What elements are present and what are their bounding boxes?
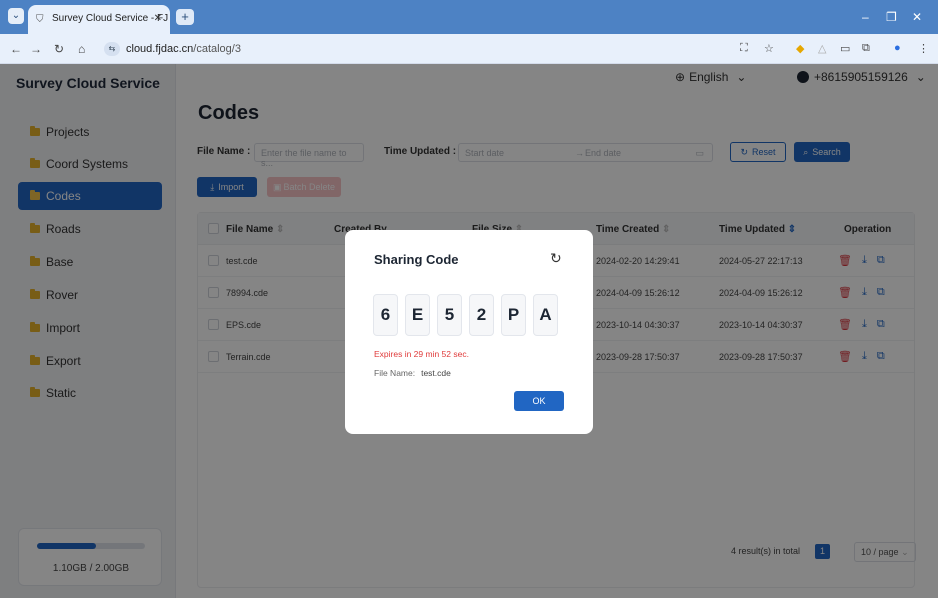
extension-icon[interactable]: ◆ xyxy=(796,42,804,55)
expiry-countdown: Expires in 29 min 52 sec. xyxy=(374,349,469,359)
minimize-icon[interactable]: – xyxy=(862,10,869,24)
bookmark-star-icon[interactable]: ☆ xyxy=(764,42,774,55)
url-domain: cloud.fjdac.cn xyxy=(126,43,194,55)
restore-icon[interactable]: ❐ xyxy=(886,10,897,24)
reading-list-icon[interactable]: ▭ xyxy=(840,42,850,55)
reload-icon[interactable]: ↻ xyxy=(54,42,64,56)
shield-icon: ⛉ xyxy=(36,14,44,25)
tab-list-button[interactable]: ⌄ xyxy=(8,8,24,24)
dialog-file-info: File Name: test.cde xyxy=(374,368,451,378)
translate-icon[interactable]: ⛶ xyxy=(740,42,748,55)
browser-tab[interactable]: ⛉ Survey Cloud Service - FJ Cl ✕ xyxy=(28,5,170,34)
close-window-icon[interactable]: ✕ xyxy=(912,10,922,24)
code-char: E xyxy=(405,294,430,336)
new-tab-button[interactable]: + xyxy=(176,9,194,25)
extensions-puzzle-icon[interactable]: ⧉ xyxy=(862,42,870,55)
dialog-title: Sharing Code xyxy=(374,252,459,267)
close-tab-icon[interactable]: ✕ xyxy=(154,13,162,24)
code-char: P xyxy=(501,294,526,336)
address-bar[interactable]: ⇆ cloud.fjdac.cn /catalog/3 xyxy=(104,38,704,60)
home-icon[interactable]: ⌂ xyxy=(78,42,85,56)
refresh-code-icon[interactable]: ↻ xyxy=(550,250,562,267)
code-char: 6 xyxy=(373,294,398,336)
browser-tabbar: ⌄ ⛉ Survey Cloud Service - FJ Cl ✕ + – ❐… xyxy=(0,0,938,34)
code-char: A xyxy=(533,294,558,336)
sharing-code-dialog: Sharing Code ↻ 6 E 5 2 P A Expires in 29… xyxy=(345,230,593,434)
code-char: 5 xyxy=(437,294,462,336)
browser-toolbar: ← → ↻ ⌂ ⇆ cloud.fjdac.cn /catalog/3 ⛶ ☆ … xyxy=(0,34,938,64)
file-name-value: test.cde xyxy=(421,368,451,378)
code-char: 2 xyxy=(469,294,494,336)
extension-icon[interactable]: △ xyxy=(818,42,826,55)
file-name-label: File Name: xyxy=(374,368,416,378)
url-path: /catalog/3 xyxy=(193,43,241,55)
sharing-code: 6 E 5 2 P A xyxy=(373,294,558,336)
site-info-icon[interactable]: ⇆ xyxy=(104,42,120,56)
forward-icon[interactable]: → xyxy=(30,42,42,56)
browser-tab-title: Survey Cloud Service - FJ Cl xyxy=(52,13,170,24)
back-icon[interactable]: ← xyxy=(10,42,22,56)
ok-button[interactable]: OK xyxy=(514,391,564,411)
profile-avatar-icon[interactable]: ● xyxy=(894,42,901,54)
browser-menu-icon[interactable]: ⋮ xyxy=(918,42,929,55)
